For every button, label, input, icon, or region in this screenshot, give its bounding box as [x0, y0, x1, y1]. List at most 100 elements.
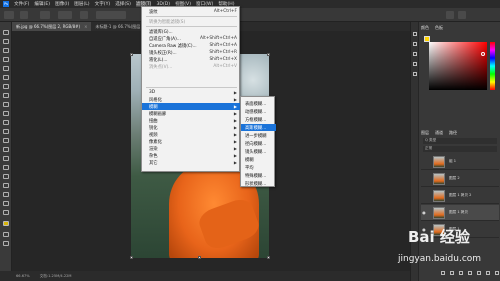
submenu-item-blur-more[interactable]: 进一步模糊 [241, 132, 276, 139]
menu-item-last-filter[interactable]: 波纹 Alt+Ctrl+F [142, 8, 241, 15]
dodge-tool-icon[interactable] [3, 156, 9, 161]
transform-handle[interactable] [267, 53, 270, 56]
auto-select-checkbox[interactable] [40, 11, 50, 19]
type-tool-icon[interactable] [3, 174, 9, 179]
transform-handle[interactable] [198, 256, 201, 259]
gradient-tool-icon[interactable] [3, 138, 9, 143]
photoshop-logo-icon[interactable]: Ps [3, 1, 9, 7]
menu-edit[interactable]: 编辑(E) [34, 1, 50, 7]
character-icon[interactable] [413, 72, 417, 76]
menu-item-video[interactable]: 视频 ▶ [142, 131, 241, 138]
brush-tool-icon[interactable] [3, 102, 9, 107]
submenu-item-blur[interactable]: 模糊 [241, 156, 276, 163]
menu-item-sharpen[interactable]: 锐化 ▶ [142, 124, 241, 131]
menu-item-adaptive-wide-angle[interactable]: 自适应广角(A)... Alt+Shift+Ctrl+A [142, 35, 241, 42]
zoom-tool-icon[interactable] [3, 210, 9, 215]
history-icon[interactable] [413, 32, 417, 36]
search-icon[interactable] [446, 11, 454, 19]
crop-tool-icon[interactable] [3, 66, 9, 71]
transform-handle[interactable] [130, 53, 133, 56]
submenu-item-smart-blur[interactable]: 特殊模糊... [241, 172, 276, 179]
color-picker-cursor[interactable] [481, 52, 485, 56]
submenu-item-radial-blur[interactable]: 径向模糊... [241, 140, 276, 147]
menu-item-vanishing-point[interactable]: 消失点(V)... Alt+Ctrl+V [142, 63, 241, 70]
menu-item-3d[interactable]: 3D ▶ [142, 89, 241, 96]
shape-tool-icon[interactable] [3, 192, 9, 197]
submenu-item-motion-blur[interactable]: 动感模糊... [241, 108, 276, 115]
tab-swatches[interactable]: 色板 [435, 25, 443, 31]
submenu-item-gaussian-blur[interactable]: 高斯模糊... [241, 124, 276, 131]
healing-brush-tool-icon[interactable] [3, 93, 9, 98]
menu-layer[interactable]: 图层(L) [74, 1, 89, 7]
menu-item-distort[interactable]: 扭曲 ▶ [142, 117, 241, 124]
submenu-item-surface-blur[interactable]: 表面模糊... [241, 100, 276, 107]
submenu-item-box-blur[interactable]: 方框模糊... [241, 116, 276, 123]
hand-tool-icon[interactable] [3, 201, 9, 206]
color-picker-field[interactable] [429, 42, 487, 90]
menu-file[interactable]: 文件(F) [14, 1, 29, 7]
pen-tool-icon[interactable] [3, 165, 9, 170]
menu-item-other[interactable]: 其它 ▶ [142, 159, 241, 166]
submenu-item-shape-blur[interactable]: 形状模糊... [241, 180, 276, 187]
screen-mode-icon[interactable] [3, 241, 9, 246]
visibility-eye-icon[interactable]: ● [421, 210, 427, 215]
menu-item-label: 转换为智能滤镜(S) [149, 19, 186, 25]
tab-channels[interactable]: 通道 [435, 130, 443, 136]
menu-image[interactable]: 图像(I) [55, 1, 69, 7]
menu-item-noise[interactable]: 杂色 ▶ [142, 152, 241, 159]
layer-select-dropdown[interactable] [58, 11, 72, 19]
path-select-tool-icon[interactable] [3, 183, 9, 188]
quick-mask-icon[interactable] [3, 232, 9, 237]
menu-item-liquify[interactable]: 液化(L)... Shift+Ctrl+X [142, 56, 241, 63]
history-brush-tool-icon[interactable] [3, 120, 9, 125]
eyedropper-tool-icon[interactable] [3, 84, 9, 89]
transform-controls-checkbox[interactable] [80, 11, 88, 19]
quick-select-tool-icon[interactable] [3, 57, 9, 62]
menu-item-stylize[interactable]: 风格化 ▶ [142, 96, 241, 103]
menu-item-blur-gallery[interactable]: 模糊画廊 ▶ [142, 110, 241, 117]
workspace-icon[interactable] [458, 11, 466, 19]
move-tool-icon[interactable] [3, 30, 9, 35]
layer-row[interactable]: 组 1 [421, 154, 499, 170]
close-icon[interactable]: × [84, 24, 87, 29]
menu-item-label: 波纹 [149, 9, 158, 15]
transform-handle[interactable] [130, 256, 133, 259]
menu-select[interactable]: 选择(S) [115, 1, 131, 7]
hue-slider[interactable] [490, 42, 495, 90]
move-icon[interactable] [20, 11, 28, 19]
menu-item-camera-raw[interactable]: Camera Raw 滤镜(C)... Shift+Ctrl+A [142, 42, 241, 49]
lasso-tool-icon[interactable] [3, 48, 9, 53]
marquee-tool-icon[interactable] [3, 39, 9, 44]
eraser-tool-icon[interactable] [3, 129, 9, 134]
menu-item-convert-smart-filter[interactable]: 转换为智能滤镜(S) [142, 18, 241, 25]
menu-item-blur[interactable]: 模糊 ▶ [142, 103, 241, 110]
tab-document-1[interactable]: 新.jpg @ 66.7%(图层 2, RGB/8#) × [12, 22, 92, 31]
adjustments-icon[interactable] [413, 52, 417, 56]
properties-icon[interactable] [413, 42, 417, 46]
clone-stamp-tool-icon[interactable] [3, 111, 9, 116]
align-buttons[interactable] [96, 11, 126, 19]
brush-settings-icon[interactable] [413, 62, 417, 66]
tab-layers[interactable]: 图层 [421, 130, 429, 136]
menu-item-render[interactable]: 渲染 ▶ [142, 145, 241, 152]
zoom-level[interactable]: 66.67% [16, 274, 30, 278]
submenu-item-lens-blur[interactable]: 镜头模糊... [241, 148, 276, 155]
layer-row[interactable]: 图层 1 拷贝 2 [421, 188, 499, 204]
tab-paths[interactable]: 路径 [449, 130, 457, 136]
layer-filter-input[interactable]: Q 类型 [423, 138, 497, 144]
menu-item-lens-correction[interactable]: 镜头校正(R)... Shift+Ctrl+R [142, 49, 241, 56]
menu-type[interactable]: 文字(Y) [95, 1, 111, 7]
tab-color[interactable]: 颜色 [421, 25, 429, 31]
blend-mode-select[interactable]: 正常 [423, 146, 497, 152]
menu-item-pixelate[interactable]: 像素化 ▶ [142, 138, 241, 145]
menu-item-filter-gallery[interactable]: 滤镜库(G)... [142, 28, 241, 35]
submenu-item-average[interactable]: 平均 [241, 164, 276, 171]
transform-handle[interactable] [267, 256, 270, 259]
foreground-color-swatch[interactable] [3, 221, 9, 226]
layer-row[interactable]: 图层 2 [421, 171, 499, 187]
menu-item-label: 滤镜库(G)... [149, 29, 173, 35]
layer-row-selected[interactable]: ● 图层 1 拷贝 [421, 205, 499, 221]
blur-tool-icon[interactable] [3, 147, 9, 152]
frame-tool-icon[interactable] [3, 75, 9, 80]
tool-preset-button[interactable] [4, 11, 14, 19]
